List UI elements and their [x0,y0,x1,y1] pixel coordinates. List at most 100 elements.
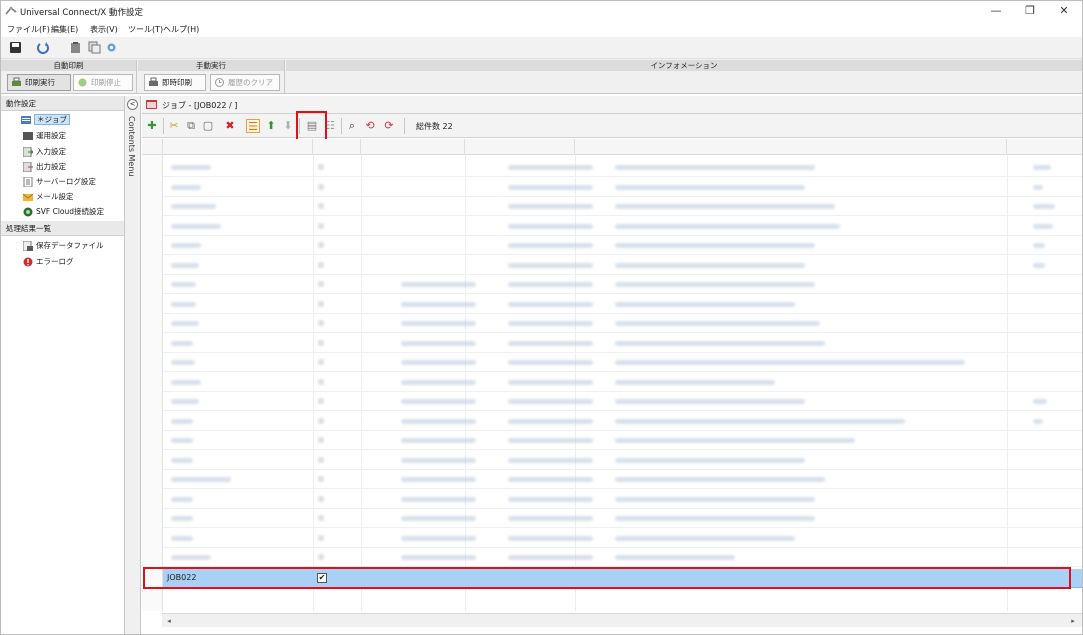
delete-icon[interactable]: ✖ [223,119,237,133]
saved-file-icon [23,241,33,251]
table-row[interactable] [163,353,1082,372]
blurred-cell [171,438,193,443]
header-col-4[interactable] [465,139,575,155]
row-checkbox[interactable] [318,476,324,482]
menu-tools[interactable]: ツール(T) [128,24,163,35]
row-checkbox[interactable] [318,534,324,541]
table-row[interactable] [163,334,1082,353]
table-row[interactable] [163,314,1082,333]
paste-icon[interactable]: ▢ [201,119,215,133]
search-prev-icon[interactable]: ⟳ [382,119,396,133]
row-checkbox[interactable] [318,261,324,268]
table-row[interactable] [163,509,1082,528]
print-now-button[interactable]: 即時印刷 [144,74,206,91]
menu-file[interactable]: ファイル(F) [7,24,50,35]
blurred-cell [171,204,216,209]
table-row[interactable] [163,470,1082,489]
row-checkbox[interactable] [318,242,324,248]
blurred-cell [508,301,593,307]
table-row[interactable] [163,217,1082,236]
tree-item-svf-cloud[interactable]: SVF Cloud接続設定 [23,205,104,219]
table-row[interactable] [163,529,1082,548]
copy-icon[interactable] [88,41,101,54]
blurred-cell [508,418,593,424]
table-row[interactable] [163,197,1082,216]
row-checkbox[interactable] [318,339,324,346]
scroll-right-arrow[interactable]: ▸ [1068,616,1078,626]
blurred-cell [171,301,196,307]
row-checkbox[interactable] [318,456,324,463]
cut-icon[interactable]: ✂ [167,119,181,133]
table-row[interactable] [163,490,1082,509]
header-col-name[interactable] [163,139,313,155]
table-row[interactable] [163,158,1082,177]
table-row[interactable] [163,451,1082,470]
move-up-icon[interactable]: ⬆ [264,119,278,133]
tree-item-job[interactable]: ＊ジョブ [21,113,70,127]
clear-history-button[interactable]: 履歴のクリア [210,74,280,91]
tree-item-server-log[interactable]: サーバーログ設定 [23,175,96,189]
row-checkbox[interactable] [318,222,324,229]
table-row[interactable] [163,256,1082,275]
total-count: 総件数 22 [416,122,453,131]
row-checkbox[interactable] [318,164,324,170]
find-icon[interactable]: ⌕ [345,119,359,133]
table-row[interactable] [163,412,1082,431]
collapse-panel-button[interactable]: < [127,99,138,110]
row-checkbox[interactable] [318,437,324,443]
move-down-icon[interactable]: ⬇ [281,119,295,133]
menu-help[interactable]: ヘルプ(H) [163,24,199,35]
header-col-5[interactable] [575,139,1007,155]
restore-button[interactable]: ❐ [1013,2,1047,20]
refresh-icon[interactable] [37,41,50,54]
copy-job-icon[interactable]: ⧉ [184,119,198,133]
row-checkbox[interactable] [318,398,324,404]
row-checkbox[interactable] [318,281,324,287]
row-checkbox[interactable] [318,320,324,326]
table-row[interactable] [163,548,1082,567]
row-checkbox[interactable] [318,417,324,424]
table-row[interactable] [163,275,1082,294]
header-col-enabled[interactable] [313,139,361,155]
horizontal-scrollbar[interactable]: ◂ ▸ [162,613,1082,627]
add-icon[interactable]: ✚ [145,119,159,133]
tree-item-operation[interactable]: 運用設定 [23,129,66,143]
row-checkbox[interactable] [318,378,324,385]
close-button[interactable]: ✕ [1047,2,1081,20]
header-col-3[interactable] [361,139,465,155]
row-checkbox[interactable] [318,495,324,502]
table-row[interactable] [163,178,1082,197]
print-start-button[interactable]: 印刷実行 [7,74,71,91]
blurred-cell [508,516,593,521]
table-row[interactable] [163,236,1082,255]
scroll-left-arrow[interactable]: ◂ [164,616,174,626]
row-checkbox[interactable] [318,359,324,365]
search-next-icon[interactable]: ⟲ [363,119,377,133]
row-checkbox[interactable] [318,183,324,190]
table-row[interactable] [163,295,1082,314]
blurred-cell [401,340,476,346]
row-checkbox[interactable] [318,203,324,209]
tree-item-output[interactable]: 出力設定 [23,160,66,174]
tree-item-saved-data[interactable]: 保存データファイル [23,239,104,253]
properties-icon[interactable]: ☰ [246,119,260,133]
contents-menu-label[interactable]: Contents Menu [127,116,136,177]
row-checkbox[interactable] [318,300,324,307]
settings-icon[interactable] [105,41,118,54]
clipboard-icon[interactable] [69,41,82,54]
menu-edit[interactable]: 編集(E) [51,24,78,35]
print-stop-button[interactable]: 印刷停止 [73,74,133,91]
table-row[interactable] [163,431,1082,450]
table-row[interactable] [163,373,1082,392]
row-checkbox[interactable] [318,515,324,521]
table-row[interactable] [163,392,1082,411]
header-col-6[interactable] [1007,139,1082,155]
menu-view[interactable]: 表示(V) [90,24,118,35]
blurred-cell [1033,204,1055,209]
minimize-button[interactable]: — [979,2,1013,20]
save-icon[interactable] [9,41,22,54]
tree-item-input[interactable]: 入力設定 [23,145,66,159]
row-checkbox[interactable] [318,554,324,560]
tree-item-error-log[interactable]: エラーログ [23,255,74,269]
tree-item-mail[interactable]: メール設定 [23,190,74,204]
